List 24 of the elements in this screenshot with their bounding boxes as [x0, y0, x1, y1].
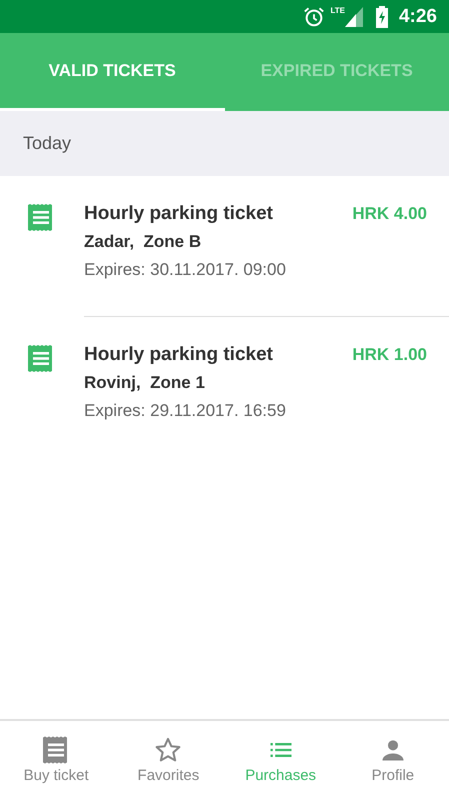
- ticket-title: Hourly parking ticket: [84, 203, 273, 225]
- ticket-title: Hourly parking ticket: [84, 344, 273, 366]
- profile-tab[interactable]: Profile: [336, 721, 449, 798]
- ticket-price: HRK 1.00: [352, 345, 427, 365]
- ticket-location: Zadar, Zone B: [84, 232, 202, 252]
- ticket-icon: [43, 736, 70, 764]
- ticket-expiry: Expires: 30.11.2017. 09:00: [84, 260, 287, 280]
- ticket-icon: [28, 345, 54, 372]
- battery-charging-icon: [376, 6, 388, 28]
- ticket-expiry: Expires: 29.11.2017. 16:59: [84, 401, 287, 421]
- star-icon: [154, 736, 182, 764]
- alarm-icon: [303, 6, 326, 28]
- ticket-icon: [28, 204, 54, 231]
- clock-time: 4:26: [398, 6, 437, 28]
- buy-ticket-tab[interactable]: Buy ticket: [0, 721, 112, 798]
- section-title: Today: [23, 133, 72, 154]
- ticket-price: HRK 4.00: [352, 204, 427, 224]
- ticket-item[interactable]: Hourly parking ticket HRK 4.00 Zadar, Zone B Expires: 30.11.2017. 09:00: [0, 176, 449, 317]
- signal-icon: [344, 6, 363, 26]
- purchases-tab[interactable]: Purchases: [224, 721, 337, 798]
- ticket-location: Rovinj, Zone 1: [84, 373, 206, 393]
- ticket-item[interactable]: Hourly parking ticket HRK 1.00 Rovinj, Zone 1 Expires: 29.11.2017. 16:59: [0, 317, 449, 458]
- network-label: LTE: [330, 6, 345, 15]
- favorites-tab[interactable]: Favorites: [112, 721, 224, 798]
